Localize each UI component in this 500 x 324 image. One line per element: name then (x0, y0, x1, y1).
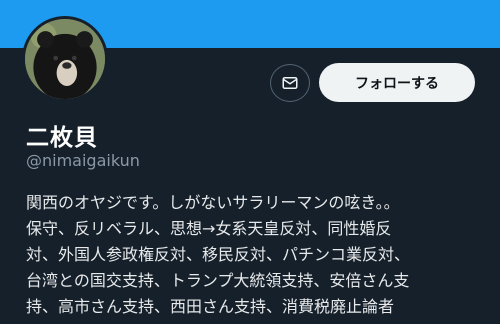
mail-icon (282, 77, 298, 89)
avatar[interactable] (22, 16, 108, 102)
follow-button[interactable]: フォローする (319, 63, 475, 102)
bio-line: 台湾との国交支持、トランプ大統領支持、安倍さん支 (26, 271, 410, 290)
user-handle: @nimaigaikun (26, 151, 140, 170)
message-button[interactable] (270, 64, 310, 102)
bio-line: 関西のオヤジです。しがないサラリーマンの呟き。。 (26, 193, 400, 212)
bio-line: 保守、反リベラル、思想→女系天皇反対、同性婚反 (26, 219, 392, 238)
bio-line: 持、高市さん支持、西田さん支持、消費税廃止論者 (26, 297, 395, 316)
display-name: 二枚貝 (26, 125, 98, 151)
bio-line: 対、外国人参政権反対、移民反対、パチンコ業反対、 (26, 245, 411, 264)
profile-bio: 関西のオヤジです。しがないサラリーマンの呟き。。 保守、反リベラル、思想→女系天… (26, 190, 486, 320)
